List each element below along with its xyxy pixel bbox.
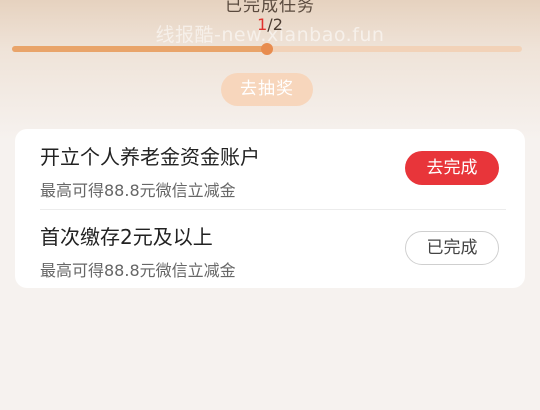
total-count: 2 (272, 15, 283, 34)
task-row: 首次缴存2元及以上 最高可得88.8元微信立减金 已完成 (15, 209, 525, 288)
task-title: 首次缴存2元及以上 (40, 225, 213, 249)
section-title: 已完成任务 (225, 0, 315, 16)
task-row: 开立个人养老金资金账户 最高可得88.8元微信立减金 去完成 (15, 129, 525, 208)
task-reward-desc: 最高可得88.8元微信立减金 (40, 261, 236, 280)
progress-knob (261, 43, 273, 55)
completed-count: 1 (257, 15, 268, 34)
completed-button[interactable]: 已完成 (405, 231, 499, 265)
task-title: 开立个人养老金资金账户 (40, 145, 260, 169)
task-reward-desc: 最高可得88.8元微信立减金 (40, 181, 236, 200)
task-card: 开立个人养老金资金账户 最高可得88.8元微信立减金 去完成 首次缴存2元及以上… (15, 129, 525, 288)
progress-bar (12, 43, 522, 55)
progress-counter: 1/2 (0, 15, 540, 34)
draw-lottery-button[interactable]: 去抽奖 (221, 73, 313, 106)
go-complete-button[interactable]: 去完成 (405, 151, 499, 185)
progress-bar-fill (12, 46, 267, 52)
